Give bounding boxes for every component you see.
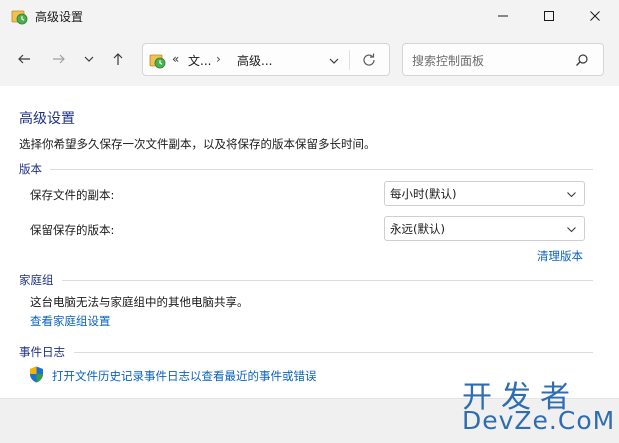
chevron-down-icon <box>567 227 576 233</box>
homegroup-heading: 家庭组 <box>19 273 54 287</box>
main-content: 高级设置 选择你希望多久保存一次文件副本，以及将保存的版本保留多长时间。 版本 … <box>0 86 619 398</box>
arrow-left-icon <box>18 54 30 64</box>
chevron-down-icon <box>567 192 576 198</box>
refresh-icon[interactable] <box>361 52 377 68</box>
eventlog-heading: 事件日志 <box>19 345 65 359</box>
search-input[interactable]: 搜索控制面板 <box>412 52 484 69</box>
cleanup-versions-link[interactable]: 清理版本 <box>537 248 583 264</box>
maximize-icon <box>544 11 554 21</box>
divider <box>50 169 593 170</box>
open-event-log-link[interactable]: 打开文件历史记录事件日志以查看最近的事件或错误 <box>52 368 317 384</box>
minimize-button[interactable] <box>480 0 526 32</box>
save-copies-label: 保存文件的副本: <box>30 188 115 202</box>
homegroup-info: 这台电脑无法与家庭组中的其他电脑共享。 <box>30 295 249 309</box>
file-history-icon <box>11 10 28 25</box>
divider <box>349 50 350 70</box>
arrow-right-icon <box>53 54 65 64</box>
file-history-icon <box>149 54 166 69</box>
chevron-down-icon <box>84 56 94 62</box>
keep-versions-dropdown[interactable]: 永远(默认) <box>384 216 585 241</box>
watermark-line2: DevZe.CoM <box>462 406 616 435</box>
keep-versions-label: 保留保存的版本: <box>30 223 115 237</box>
versions-heading: 版本 <box>19 162 42 176</box>
chevron-down-icon[interactable] <box>327 54 341 68</box>
forward-button[interactable] <box>48 48 70 70</box>
breadcrumb-item[interactable]: 高级... <box>237 52 272 69</box>
keep-versions-value: 永远(默认) <box>390 222 445 236</box>
close-button[interactable] <box>572 0 618 32</box>
homegroup-settings-link[interactable]: 查看家庭组设置 <box>30 313 111 329</box>
watermark: 开发者 DevZe.CoM <box>458 372 619 443</box>
save-copies-dropdown[interactable]: 每小时(默认) <box>384 181 585 206</box>
search-icon[interactable] <box>575 53 589 67</box>
navigation-bar: « 文... › 高级... 搜索控制面板 <box>0 32 619 86</box>
search-box[interactable]: 搜索控制面板 <box>402 43 604 76</box>
breadcrumb-separator[interactable]: › <box>216 52 221 66</box>
minimize-icon <box>498 15 508 17</box>
page-description: 选择你希望多久保存一次文件副本，以及将保存的版本保留多长时间。 <box>19 137 376 151</box>
page-title: 高级设置 <box>19 111 75 127</box>
divider <box>62 280 593 281</box>
maximize-button[interactable] <box>526 0 572 32</box>
breadcrumb-item[interactable]: 文... <box>188 52 211 69</box>
divider <box>74 352 593 353</box>
window-title: 高级设置 <box>35 10 84 24</box>
save-copies-value: 每小时(默认) <box>390 187 457 201</box>
close-icon <box>590 11 600 21</box>
up-button[interactable] <box>107 48 129 70</box>
recent-locations-button[interactable] <box>78 48 100 70</box>
breadcrumb-overflow[interactable]: « <box>172 52 179 66</box>
arrow-up-icon <box>113 53 123 65</box>
address-bar[interactable]: « 文... › 高级... <box>142 43 390 76</box>
uac-shield-icon <box>30 366 43 383</box>
back-button[interactable] <box>13 48 35 70</box>
title-bar: 高级设置 <box>0 0 619 32</box>
